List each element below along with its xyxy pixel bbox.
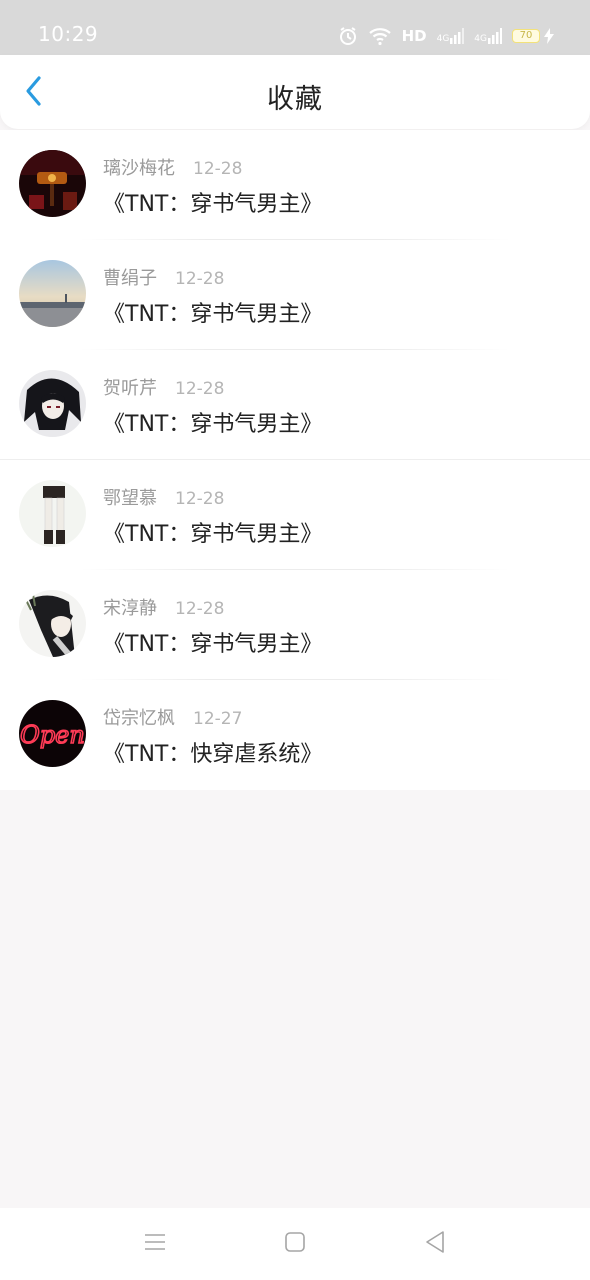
- avatar: [19, 480, 86, 547]
- user-name: 贺听芹: [103, 378, 157, 399]
- avatar: [19, 150, 86, 217]
- signal-icon-2: 4G: [474, 28, 502, 44]
- avatar: Open: [19, 700, 86, 767]
- item-meta: 曹绢子 12-28: [103, 264, 224, 290]
- list-item[interactable]: 璃沙梅花 12-28 《TNT：穿书气男主》: [0, 130, 590, 240]
- hd-label: HD: [401, 27, 427, 45]
- list-item[interactable]: 宋淳静 12-28 《TNT：穿书气男主》: [0, 570, 590, 680]
- charging-icon: [544, 28, 554, 44]
- status-bar: 10:29 HD 4G 4G 70: [0, 0, 590, 55]
- item-date: 12-28: [175, 379, 225, 399]
- favorites-list: 璃沙梅花 12-28 《TNT：穿书气男主》 曹绢子 12-28 《TNT：穿书…: [0, 130, 590, 790]
- avatar: [19, 590, 86, 657]
- page-header: 收藏: [0, 55, 590, 129]
- user-name: 曹绢子: [103, 268, 157, 289]
- avatar: [19, 370, 86, 437]
- book-title: 《TNT：快穿虐系统》: [103, 742, 323, 767]
- book-title: 《TNT：穿书气男主》: [103, 412, 323, 437]
- menu-button[interactable]: [139, 1228, 171, 1260]
- item-date: 12-28: [175, 269, 225, 289]
- book-title: 《TNT：穿书气男主》: [103, 192, 323, 217]
- back-triangle-icon: [424, 1230, 446, 1258]
- item-date: 12-28: [193, 159, 243, 179]
- list-item[interactable]: 贺听芹 12-28 《TNT：穿书气男主》: [0, 350, 590, 460]
- item-date: 12-28: [175, 489, 225, 509]
- item-meta: 岱宗忆枫 12-27: [103, 704, 242, 730]
- system-nav-bar: [0, 1208, 590, 1280]
- book-title: 《TNT：穿书气男主》: [103, 302, 323, 327]
- user-name: 璃沙梅花: [103, 158, 175, 179]
- book-title: 《TNT：穿书气男主》: [103, 632, 323, 657]
- battery-icon: 70: [512, 29, 540, 43]
- item-date: 12-27: [193, 709, 243, 729]
- wifi-icon: [368, 26, 392, 46]
- back-nav-button[interactable]: [419, 1228, 451, 1260]
- item-meta: 鄂望慕 12-28: [103, 484, 224, 510]
- alarm-icon: [338, 26, 358, 46]
- svg-text:Open: Open: [20, 721, 85, 749]
- item-meta: 璃沙梅花 12-28: [103, 154, 242, 180]
- user-name: 宋淳静: [103, 598, 157, 619]
- status-time: 10:29: [38, 22, 99, 46]
- list-item[interactable]: Open 岱宗忆枫 12-27 《TNT：快穿虐系统》: [0, 680, 590, 790]
- user-name: 鄂望慕: [103, 488, 157, 509]
- signal-icon-1: 4G: [437, 28, 465, 44]
- home-square-icon: [284, 1231, 306, 1257]
- menu-icon: [144, 1232, 166, 1256]
- item-meta: 宋淳静 12-28: [103, 594, 224, 620]
- avatar: [19, 260, 86, 327]
- list-item[interactable]: 曹绢子 12-28 《TNT：穿书气男主》: [0, 240, 590, 350]
- item-meta: 贺听芹 12-28: [103, 374, 224, 400]
- book-title: 《TNT：穿书气男主》: [103, 522, 323, 547]
- item-date: 12-28: [175, 599, 225, 619]
- home-button[interactable]: [279, 1228, 311, 1260]
- list-item[interactable]: 鄂望慕 12-28 《TNT：穿书气男主》: [0, 460, 590, 570]
- status-icons: HD 4G 4G 70: [338, 24, 554, 48]
- page-title: 收藏: [267, 84, 323, 115]
- user-name: 岱宗忆枫: [103, 708, 175, 729]
